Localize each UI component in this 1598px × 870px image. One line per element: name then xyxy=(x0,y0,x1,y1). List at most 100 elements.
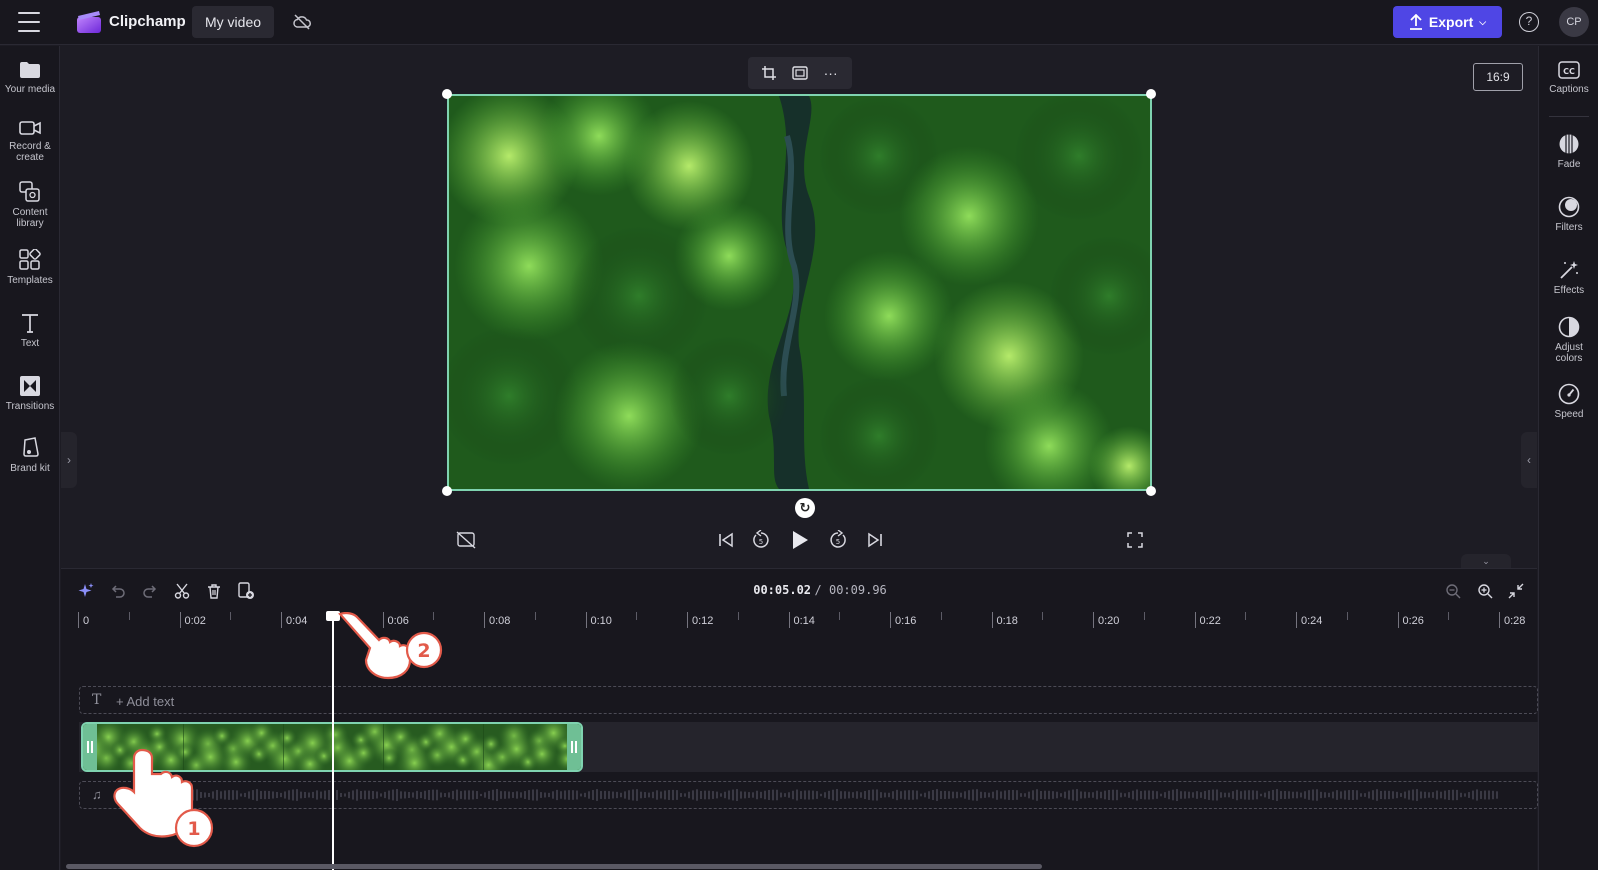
help-icon[interactable]: ? xyxy=(1519,12,1539,32)
playhead[interactable] xyxy=(331,612,334,870)
skip-back-icon xyxy=(719,532,733,548)
fit-icon xyxy=(792,66,808,80)
folder-icon xyxy=(20,62,40,78)
sidebar-item-your-media[interactable]: Your media xyxy=(0,60,60,95)
split-button[interactable] xyxy=(171,580,193,602)
sidebar-item-label: Fade xyxy=(1557,159,1581,170)
fullscreen-button[interactable] xyxy=(1123,528,1147,552)
avatar[interactable]: CP xyxy=(1559,7,1589,37)
resize-handle-top-right[interactable] xyxy=(1146,89,1156,99)
rewind-5s-button[interactable]: 5 xyxy=(749,528,773,552)
cloud-sync-off-icon[interactable] xyxy=(292,12,312,32)
ruler-tick-label: 0:04 xyxy=(286,615,308,627)
aspect-ratio-button[interactable]: 16:9 xyxy=(1473,63,1523,91)
timeline-horizontal-scrollbar[interactable] xyxy=(66,864,1042,869)
redo-icon xyxy=(143,585,157,598)
add-media-icon xyxy=(238,582,254,599)
shrink-icon xyxy=(1508,583,1524,599)
more-options-button[interactable]: ··· xyxy=(820,62,842,84)
sidebar-item-record-create[interactable]: Record & create xyxy=(0,119,60,163)
fade-icon xyxy=(1559,134,1579,154)
play-button[interactable] xyxy=(788,528,812,552)
resize-handle-top-left[interactable] xyxy=(442,89,452,99)
resize-handle-bottom-right[interactable] xyxy=(1146,486,1156,496)
templates-icon xyxy=(19,249,41,270)
forward-5s-button[interactable]: 5 xyxy=(826,528,850,552)
trim-handle-left[interactable] xyxy=(83,724,97,770)
export-label: Export xyxy=(1428,14,1474,30)
hide-captions-button[interactable] xyxy=(454,528,478,552)
sidebar-item-label: Text xyxy=(20,338,40,349)
svg-text:CC: CC xyxy=(1563,67,1575,76)
export-button[interactable]: Export ⌵ xyxy=(1393,6,1502,38)
sidebar-item-transitions[interactable]: Transitions xyxy=(0,375,60,412)
expand-right-panel-button[interactable]: ‹ xyxy=(1521,432,1537,488)
sidebar-item-label: Adjust xyxy=(1555,342,1583,353)
zoom-in-icon xyxy=(1478,584,1493,599)
zoom-in-button[interactable] xyxy=(1474,580,1496,602)
sidebar-item-filters[interactable]: Filters xyxy=(1539,196,1598,233)
skip-back-button[interactable] xyxy=(714,528,738,552)
sidebar-item-templates[interactable]: Templates xyxy=(0,249,60,286)
ruler-tick-label: 0:24 xyxy=(1301,615,1323,627)
timeline-ruler[interactable]: 0 0:02 0:04 0:06 0:08 0:10 0:12 0:14 0:16 0:18 0:2… xyxy=(78,612,1538,632)
upload-icon xyxy=(1409,14,1422,30)
sidebar-item-label: Templates xyxy=(7,275,53,286)
sidebar-item-label: Speed xyxy=(1554,409,1584,420)
sidebar-item-adjust-colors[interactable]: Adjust colors xyxy=(1539,316,1598,364)
fit-timeline-button[interactable] xyxy=(1505,580,1527,602)
rotate-handle-icon[interactable]: ↻ xyxy=(795,498,815,518)
ruler-tick-minor xyxy=(737,612,739,620)
ruler-tick-label: 0:16 xyxy=(895,615,917,627)
redo-button[interactable] xyxy=(139,580,161,602)
ruler-tick-major xyxy=(991,612,993,628)
menu-icon[interactable] xyxy=(18,12,40,32)
expand-left-panel-button[interactable]: › xyxy=(61,432,77,488)
skip-forward-icon xyxy=(868,532,882,548)
collapse-timeline-button[interactable]: ⌄ xyxy=(1461,554,1511,568)
sidebar-item-effects[interactable]: Effects xyxy=(1539,259,1598,296)
sidebar-item-label-line2: library xyxy=(16,218,44,229)
sidebar-item-speed[interactable]: Speed xyxy=(1539,383,1598,420)
pointer-hand-annotation-2: 2 xyxy=(338,612,443,680)
sidebar-item-label: Effects xyxy=(1553,285,1585,296)
fit-button[interactable] xyxy=(789,62,811,84)
ruler-tick-label: 0:12 xyxy=(692,615,714,627)
speedometer-icon xyxy=(1558,383,1580,405)
add-text-label: + Add text xyxy=(116,694,175,709)
undo-button[interactable] xyxy=(107,580,129,602)
add-to-timeline-button[interactable] xyxy=(235,580,257,602)
sidebar-item-fade[interactable]: Fade xyxy=(1539,133,1598,170)
ruler-tick-label: 0:22 xyxy=(1199,615,1221,627)
ai-magic-button[interactable] xyxy=(75,580,97,602)
zoom-out-button[interactable] xyxy=(1442,580,1464,602)
clipchamp-logo-icon xyxy=(77,11,101,33)
skip-forward-button[interactable] xyxy=(863,528,887,552)
crop-icon xyxy=(762,66,777,80)
ruler-tick-major xyxy=(1499,612,1500,628)
ruler-tick-label: 0:28 xyxy=(1504,615,1526,627)
ruler-tick-major xyxy=(1093,612,1094,628)
delete-button[interactable] xyxy=(203,580,225,602)
trim-handle-right[interactable] xyxy=(567,724,581,770)
right-sidebar: CC Captions Fade Filters Effects Adjust … xyxy=(1538,46,1598,870)
text-track[interactable]: T + Add text xyxy=(79,686,1538,714)
video-preview[interactable] xyxy=(447,94,1152,491)
sidebar-item-text[interactable]: Text xyxy=(0,312,60,349)
ruler-tick-minor xyxy=(1346,612,1348,620)
sidebar-item-brand-kit[interactable]: Brand kit xyxy=(0,437,60,474)
ruler-tick-major xyxy=(281,612,282,628)
ruler-tick-major xyxy=(890,612,891,628)
crop-button[interactable] xyxy=(758,62,780,84)
ruler-tick-major xyxy=(1296,612,1297,628)
sidebar-item-content-library[interactable]: Content library xyxy=(0,181,60,229)
sidebar-item-label: Brand kit xyxy=(10,463,50,474)
project-title-button[interactable]: My video xyxy=(192,6,275,38)
sidebar-item-captions[interactable]: CC Captions xyxy=(1539,60,1598,95)
ruler-tick-major xyxy=(585,612,587,628)
scissors-icon xyxy=(174,583,190,599)
sidebar-item-label: Captions xyxy=(1549,84,1589,95)
current-time: 00:05.02 xyxy=(753,583,812,597)
resize-handle-bottom-left[interactable] xyxy=(442,486,452,496)
audio-track[interactable]: ♫ xyxy=(79,781,1538,809)
